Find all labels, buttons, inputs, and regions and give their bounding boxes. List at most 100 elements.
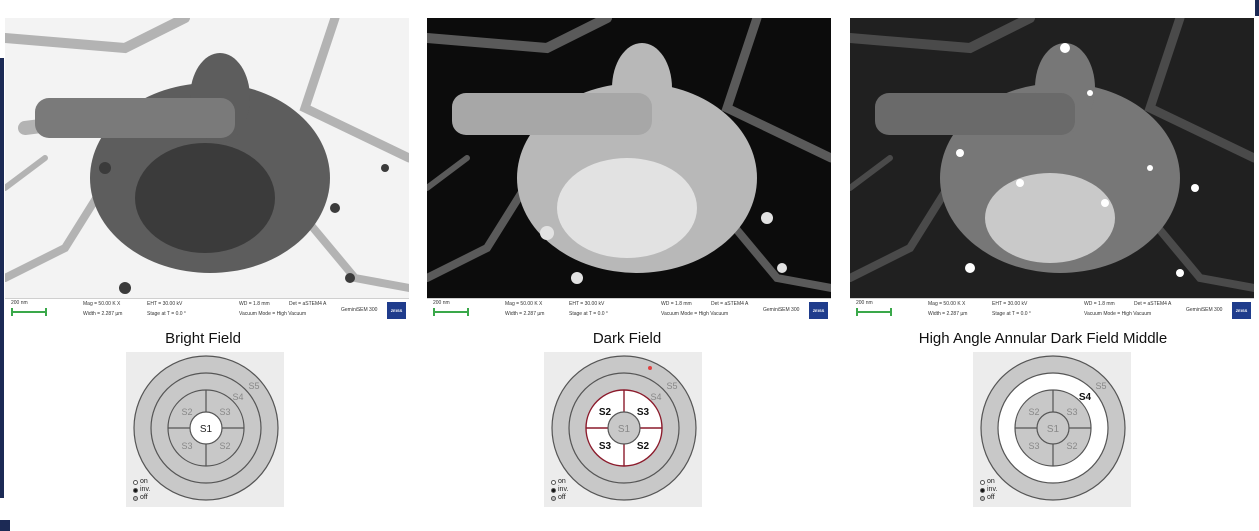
scale-label: 200 nm [433, 300, 450, 306]
mag-value: Mag = 50.00 K X [83, 301, 121, 307]
width-value: Width = 2.287 µm [83, 311, 123, 317]
detector-diagram-dark-field: S1 S2 S3 S3 S2 S4 S5 on inv. off [544, 352, 702, 507]
zeiss-logo: ZEISS [1232, 302, 1251, 319]
label-s2-top: S2 [181, 407, 192, 417]
caption-bright-field: Bright Field [165, 330, 241, 347]
highlight-dot [648, 366, 652, 370]
label-s1: S1 [200, 424, 213, 435]
image-data-bar: 200 nm Mag = 50.00 K X Width = 2.287 µm … [5, 298, 409, 321]
radio-on-icon [980, 479, 985, 485]
scale-label: 200 nm [856, 300, 873, 306]
legend-inv: inv. [133, 486, 150, 494]
label-s3-top: S3 [1066, 407, 1077, 417]
image-data-bar: 200 nm Mag = 50.00 K X Width = 2.287 µm … [850, 298, 1254, 321]
label-s3-bottom: S3 [599, 441, 612, 452]
label-s2-top: S2 [1028, 407, 1039, 417]
haadf-micrograph [850, 18, 1254, 298]
wd-value: WD = 1.8 mm [661, 301, 692, 307]
legend-off-label: off [987, 494, 995, 501]
legend-inv-label: inv. [987, 486, 998, 493]
stage-value: Stage at T = 0.0 ° [992, 311, 1031, 317]
detector-legend: on inv. off [133, 478, 150, 502]
model-value: GeminiSEM 300 [763, 307, 800, 313]
legend-on-label: on [987, 478, 995, 485]
det-value: Det = aSTEM4 A [1134, 301, 1172, 307]
detector-legend: on inv. off [551, 478, 568, 502]
detector-legend: on inv. off [980, 478, 997, 502]
label-s5: S5 [666, 381, 677, 391]
vacuum-value: Vacuum Mode = High Vacuum [661, 311, 729, 317]
legend-off-label: off [558, 494, 566, 501]
detector-diagram-haadf: S1 S2 S3 S3 S2 S4 S5 on inv. off [973, 352, 1131, 507]
stage-value: Stage at T = 0.0 ° [147, 311, 186, 317]
sem-image-dark-field: 200 nm Mag = 50.00 K X Width = 2.287 µm … [427, 18, 831, 321]
eht-value: EHT = 30.00 kV [992, 301, 1028, 307]
caption-haadf: High Angle Annular Dark Field Middle [918, 330, 1168, 347]
label-s4: S4 [232, 392, 243, 402]
dark-field-micrograph [427, 18, 831, 298]
label-s5: S5 [1095, 381, 1106, 391]
zeiss-logo: ZEISS [809, 302, 828, 319]
radio-inv-icon [133, 487, 138, 493]
image-data-bar: 200 nm Mag = 50.00 K X Width = 2.287 µm … [427, 298, 831, 321]
label-s5: S5 [248, 381, 259, 391]
caption-dark-field: Dark Field [592, 330, 662, 347]
scale-bar [856, 308, 892, 316]
width-value: Width = 2.287 µm [505, 311, 545, 317]
sem-image-haadf: 200 nm Mag = 50.00 K X Width = 2.287 µm … [850, 18, 1254, 321]
zeiss-logo: ZEISS [387, 302, 406, 319]
label-s2-bottom: S2 [637, 441, 650, 452]
scale-bar [433, 308, 469, 316]
legend-on: on [980, 478, 997, 486]
radio-off-icon [551, 495, 556, 501]
left-edge-accent [0, 58, 4, 498]
det-value: Det = aSTEM4 A [711, 301, 749, 307]
label-s2-top: S2 [599, 407, 612, 418]
label-s3-top: S3 [219, 407, 230, 417]
model-value: GeminiSEM 300 [341, 307, 378, 313]
mag-value: Mag = 50.00 K X [505, 301, 543, 307]
wd-value: WD = 1.8 mm [239, 301, 270, 307]
vacuum-value: Vacuum Mode = High Vacuum [239, 311, 307, 317]
label-s3-top: S3 [637, 407, 650, 418]
radio-on-icon [551, 479, 556, 485]
label-s3-bottom: S3 [1028, 441, 1039, 451]
legend-inv-label: inv. [558, 486, 569, 493]
wd-value: WD = 1.8 mm [1084, 301, 1115, 307]
legend-on: on [133, 478, 150, 486]
detector-diagram-bright-field: S1 S2 S3 S3 S2 S4 S5 on inv. off [126, 352, 284, 507]
label-s1: S1 [1047, 424, 1060, 435]
scale-label: 200 nm [11, 300, 28, 306]
radio-inv-icon [551, 487, 556, 493]
right-edge-accent [1255, 0, 1259, 16]
eht-value: EHT = 30.00 kV [569, 301, 605, 307]
det-value: Det = aSTEM4 A [289, 301, 327, 307]
label-s4: S4 [650, 392, 661, 402]
legend-inv-label: inv. [140, 486, 151, 493]
eht-value: EHT = 30.00 kV [147, 301, 183, 307]
label-s2-bottom: S2 [1066, 441, 1077, 451]
bright-field-micrograph [5, 18, 409, 298]
radio-off-icon [133, 495, 138, 501]
mag-value: Mag = 50.00 K X [928, 301, 966, 307]
legend-off: off [133, 494, 150, 502]
radio-on-icon [133, 479, 138, 485]
legend-off: off [551, 494, 568, 502]
vacuum-value: Vacuum Mode = High Vacuum [1084, 311, 1152, 317]
label-s2-bottom: S2 [219, 441, 230, 451]
stage-value: Stage at T = 0.0 ° [569, 311, 608, 317]
label-s4: S4 [1079, 392, 1092, 403]
legend-on-label: on [140, 478, 148, 485]
legend-off-label: off [140, 494, 148, 501]
model-value: GeminiSEM 300 [1186, 307, 1223, 313]
corner-logo-mark [0, 520, 10, 531]
legend-on: on [551, 478, 568, 486]
legend-inv: inv. [551, 486, 568, 494]
label-s3-bottom: S3 [181, 441, 192, 451]
sem-image-bright-field: 200 nm Mag = 50.00 K X Width = 2.287 µm … [5, 18, 409, 321]
legend-inv: inv. [980, 486, 997, 494]
scale-bar [11, 308, 47, 316]
radio-off-icon [980, 495, 985, 501]
legend-off: off [980, 494, 997, 502]
legend-on-label: on [558, 478, 566, 485]
